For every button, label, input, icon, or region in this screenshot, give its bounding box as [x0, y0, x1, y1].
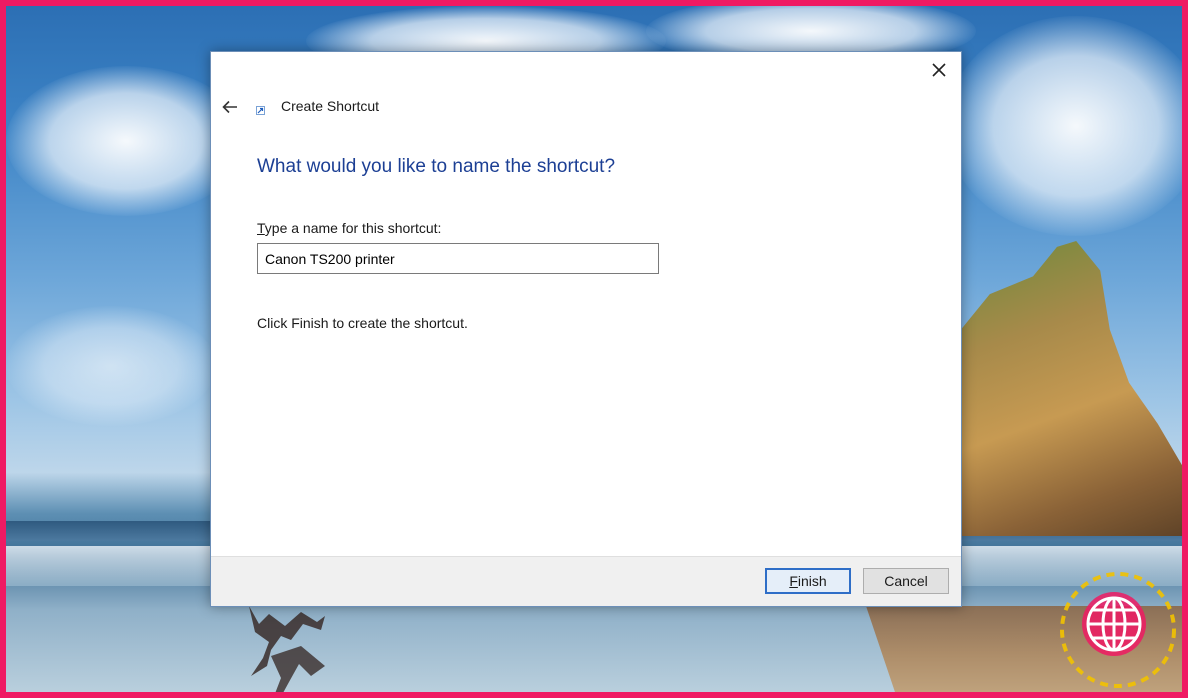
- finish-button[interactable]: Finish: [765, 568, 851, 594]
- finish-label: inish: [797, 573, 827, 589]
- rock-formation: [961, 241, 1182, 536]
- name-label-text: ype a name for this shortcut:: [264, 220, 442, 236]
- close-icon[interactable]: [932, 63, 946, 77]
- finish-accelerator: F: [789, 573, 798, 589]
- close-button[interactable]: [925, 58, 953, 82]
- window-title: Create Shortcut: [281, 98, 380, 114]
- dialog-footer: Finish Cancel: [211, 556, 961, 606]
- cancel-button[interactable]: Cancel: [863, 568, 949, 594]
- screenshot-frame: Create Shortcut What would you like to n…: [0, 0, 1188, 698]
- wizard-heading: What would you like to name the shortcut…: [257, 156, 616, 177]
- cloud: [6, 306, 216, 426]
- globe-icon: [1060, 572, 1176, 688]
- name-field-label: Type a name for this shortcut:: [257, 220, 441, 236]
- instruction-text: Click Finish to create the shortcut.: [257, 315, 468, 331]
- shortcut-icon: [256, 106, 265, 115]
- shortcut-name-input[interactable]: [257, 243, 659, 274]
- name-label-accelerator: T: [257, 220, 265, 236]
- person-silhouette: [249, 606, 325, 692]
- create-shortcut-dialog: Create Shortcut What would you like to n…: [210, 51, 962, 607]
- cloud: [946, 16, 1182, 236]
- back-arrow-icon[interactable]: [222, 100, 238, 114]
- back-button[interactable]: [219, 96, 241, 118]
